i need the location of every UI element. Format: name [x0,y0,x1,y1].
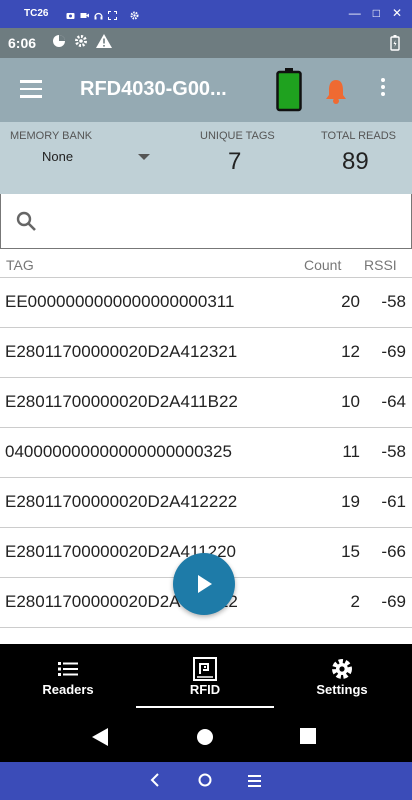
memory-bank-select[interactable]: None [42,149,73,164]
tag-rssi: -64 [381,392,406,411]
home-icon[interactable] [196,728,214,751]
table-header: TAG Count RSSI [0,249,412,278]
maximize-icon[interactable]: □ [373,6,380,20]
back-icon[interactable] [92,728,108,751]
recents-icon[interactable] [300,728,316,749]
fullscreen-icon[interactable] [108,7,117,20]
tag-count: 20 [341,292,360,311]
status-bar: 6:06 [0,28,412,58]
play-icon [198,575,212,593]
tag-id: E28011700000020D2A412321 [5,342,238,361]
reader-battery-icon[interactable] [276,68,302,117]
gear-icon[interactable] [130,7,139,20]
memory-bank-label: MEMORY BANK [10,130,93,142]
chevron-down-icon[interactable] [138,154,150,160]
list-icon [8,656,128,682]
tag-count: 19 [341,492,360,511]
device-battery-icon [390,35,400,56]
nav-item-settings[interactable]: Settings [282,656,402,697]
close-icon[interactable]: ✕ [392,6,402,20]
headphones-icon[interactable] [94,7,103,20]
column-header-count: Count [304,257,342,273]
active-tab-indicator [136,706,274,708]
data-saver-icon [52,34,66,53]
tag-rssi: -61 [381,492,406,511]
settings-icon [282,656,402,682]
start-inventory-button[interactable] [173,553,235,615]
tag-rssi: -66 [381,542,406,561]
record-icon[interactable] [80,7,89,18]
tag-rssi: -58 [381,442,406,461]
emulator-title: TC26 [24,8,49,19]
unique-tags-label: UNIQUE TAGS [200,130,275,142]
page-title: RFD4030-G00... [80,78,227,100]
column-header-rssi: RSSI [364,257,397,273]
status-time: 6:06 [8,35,37,51]
system-navigation-bar [0,710,412,762]
tag-rssi: -58 [381,292,406,311]
tag-rssi: -69 [381,592,406,611]
emulator-home-icon[interactable] [198,773,212,792]
search-bar [0,194,412,249]
hamburger-menu-icon[interactable] [20,80,42,98]
table-row[interactable]: 040000000000000000000325 11 -58 [0,428,412,478]
tag-rssi: -69 [381,342,406,361]
tag-count: 2 [350,592,360,611]
nav-label-rfid: RFID [189,682,221,697]
screenshot-icon[interactable] [66,7,75,19]
column-header-tag: TAG [6,257,34,273]
tag-count: 10 [341,392,360,411]
stats-panel: MEMORY BANK None UNIQUE TAGS 7 TOTAL REA… [0,122,412,194]
more-options-icon[interactable] [380,78,386,99]
tag-count: 11 [342,442,360,461]
unique-tags-value: 7 [228,148,242,175]
emulator-back-icon[interactable] [150,773,160,792]
warning-icon [96,34,112,53]
search-input[interactable] [49,206,393,236]
tag-id: E28011700000020D2A412222 [5,492,238,511]
nav-item-readers[interactable]: Readers [8,656,128,697]
tag-count: 15 [341,542,360,561]
tag-id: E28011700000020D2A411B22 [5,392,238,411]
emulator-nav-bar [0,762,412,800]
table-row[interactable]: E28011700000020D2A412222 19 -61 [0,478,412,528]
table-row[interactable]: E28011700000020D2A412321 12 -69 [0,328,412,378]
nav-item-rfid[interactable]: RFID [145,656,265,697]
total-reads-value: 89 [342,148,369,175]
total-reads-label: TOTAL READS [321,130,396,142]
emulator-title-bar: TC26 — □ ✕ [0,0,412,28]
table-row[interactable]: EE0000000000000000000311 20 -58 [0,278,412,328]
app-bar: RFD4030-G00... [0,58,412,122]
emulator-menu-icon[interactable] [248,774,261,792]
table-row[interactable]: E28011700000020D2A411B22 10 -64 [0,378,412,428]
settings-gear-icon [74,34,88,53]
tag-id: 040000000000000000000325 [5,442,232,461]
nav-label-settings: Settings [316,682,368,697]
minimize-icon[interactable]: — [349,6,361,20]
bottom-navigation: Readers RFID Settings [0,644,412,710]
alarm-bell-icon[interactable] [323,78,349,109]
nav-label-readers: Readers [42,682,94,697]
tag-count: 12 [341,342,360,361]
rfid-tag-icon [145,656,265,682]
search-icon[interactable] [15,210,37,237]
tag-id: EE0000000000000000000311 [5,292,235,311]
